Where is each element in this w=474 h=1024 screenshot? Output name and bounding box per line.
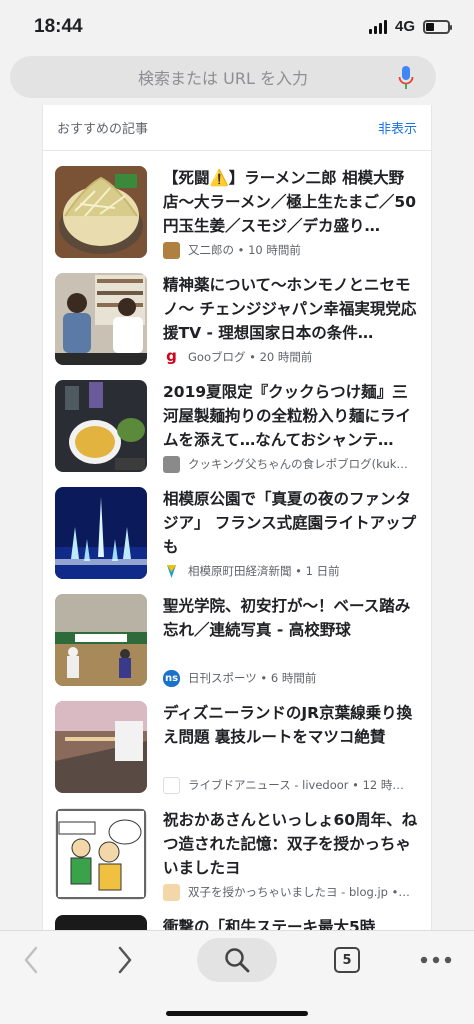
nikkan-sports-logo-icon: ns: [163, 669, 180, 687]
article-title[interactable]: ディズニーランドのJR京葉線乗り換え問題 裏技ルートをマツコ絶賛: [163, 701, 423, 749]
article-meta: 相模原町田経済新聞 • 1 日前: [163, 562, 423, 580]
search-bar[interactable]: 検索または URL を入力: [10, 56, 436, 98]
status-indicators: 4G: [368, 18, 452, 35]
article-item[interactable]: 2019夏限定『クックらつけ麺』三河屋製麺拘りの全粒粉入り麺にライムを添えて…な…: [55, 380, 427, 480]
article-item[interactable]: ディズニーランドのJR京葉線乗り換え問題 裏技ルートをマツコ絶賛 ライブドアニュ…: [55, 701, 427, 801]
article-title[interactable]: 2019夏限定『クックらつけ麺』三河屋製麺拘りの全粒粉入り麺にライムを添えて…な…: [163, 380, 423, 452]
article-thumbnail: [55, 166, 147, 258]
article-meta: g Gooブログ • 20 時間前: [163, 348, 423, 366]
source-logo-icon: [163, 455, 180, 473]
source-logo-icon: [163, 241, 180, 259]
article-source: 相模原町田経済新聞 • 1 日前: [188, 564, 340, 578]
section-title: おすすめの記事: [57, 122, 149, 137]
chevron-right-icon: [118, 946, 132, 974]
article-title[interactable]: 【死闘⚠️】ラーメン二郎 相模大野店〜大ラーメン／極上生たまご／50円玉生姜／ス…: [163, 166, 423, 238]
article-meta: 又二郎の • 10 時間前: [163, 241, 423, 259]
article-source: Gooブログ • 20 時間前: [188, 350, 313, 364]
article-item[interactable]: 祝おかあさんといっしょ60周年、ねつ造された記憶：双子を授かっちゃいましたヨ 双…: [55, 808, 427, 908]
article-title[interactable]: 相模原公園で「真夏の夜のファンタジア」 フランス式庭園ライトアップも: [163, 487, 423, 559]
goo-logo-icon: g: [163, 348, 180, 366]
search-input[interactable]: 検索または URL を入力: [138, 65, 308, 89]
source-logo-icon: [163, 883, 180, 901]
article-meta: ライブドアニュース - livedoor • 12 時…: [163, 776, 423, 794]
hide-button[interactable]: 非表示: [378, 118, 417, 137]
article-source: クッキング父ちゃんの食レポブログ(kuk…: [188, 457, 408, 471]
tab-count: 5: [334, 947, 360, 973]
chevron-left-icon: [24, 946, 38, 974]
article-source: ライブドアニュース - livedoor • 12 時…: [188, 778, 404, 792]
article-title[interactable]: 祝おかあさんといっしょ60周年、ねつ造された記憶：双子を授かっちゃいましたヨ: [163, 808, 423, 880]
home-indicator: [166, 1011, 308, 1016]
section-header: おすすめの記事 非表示: [43, 105, 431, 151]
article-item[interactable]: 聖光学院、初安打が〜！ベース踏み忘れ／連続写真 - 高校野球 ns 日刊スポーツ…: [55, 594, 427, 694]
status-bar: 18:44 4G: [0, 0, 474, 56]
article-title[interactable]: 精神薬について〜ホンモノとニセモノ〜 チェンジジャパン幸福実現党応援TV - 理…: [163, 273, 423, 345]
article-thumbnail: [55, 380, 147, 472]
article-thumbnail: [55, 808, 147, 900]
article-item[interactable]: 精神薬について〜ホンモノとニセモノ〜 チェンジジャパン幸福実現党応援TV - 理…: [55, 273, 427, 373]
article-thumbnail: [55, 594, 147, 686]
article-meta: 双子を授かっちゃいましたヨ - blog.jp •…: [163, 883, 423, 901]
status-time: 18:44: [34, 16, 83, 37]
search-icon: [225, 948, 250, 973]
article-source: 双子を授かっちゃいましたヨ - blog.jp •…: [188, 885, 410, 899]
article-item[interactable]: 相模原公園で「真夏の夜のファンタジア」 フランス式庭園ライトアップも 相模原町田…: [55, 487, 427, 587]
bottom-toolbar: 5: [0, 930, 474, 1024]
article-thumbnail: [55, 487, 147, 579]
article-meta: ns 日刊スポーツ • 6 時間前: [163, 669, 423, 687]
recommended-articles-panel: おすすめの記事 非表示 【死闘⚠️】ラーメン二郎 相模大野店〜大ラーメン／極上生…: [42, 105, 432, 935]
article-source: 又二郎の • 10 時間前: [188, 243, 301, 257]
article-item[interactable]: 【死闘⚠️】ラーメン二郎 相模大野店〜大ラーメン／極上生たまご／50円玉生姜／ス…: [55, 166, 427, 266]
battery-icon: [423, 19, 452, 34]
tabs-button[interactable]: 5: [330, 938, 364, 982]
forward-button[interactable]: [108, 938, 142, 982]
signal-icon: [368, 19, 387, 34]
more-icon: [420, 956, 452, 964]
search-button[interactable]: [197, 938, 277, 982]
article-thumbnail: [55, 273, 147, 365]
article-thumbnail: [55, 701, 147, 793]
more-button[interactable]: [416, 938, 456, 982]
source-logo-icon: [163, 562, 180, 580]
network-label: 4G: [394, 18, 415, 35]
article-source: 日刊スポーツ • 6 時間前: [188, 671, 317, 685]
article-title[interactable]: 聖光学院、初安打が〜！ベース踏み忘れ／連続写真 - 高校野球: [163, 594, 423, 642]
back-button[interactable]: [14, 938, 48, 982]
article-meta: クッキング父ちゃんの食レポブログ(kuk…: [163, 455, 423, 473]
livedoor-logo-icon: [163, 776, 180, 794]
microphone-icon[interactable]: [398, 65, 414, 91]
